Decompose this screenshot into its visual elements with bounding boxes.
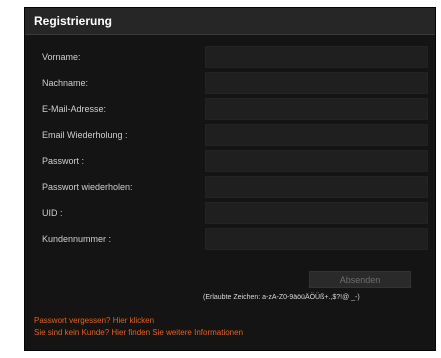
form-row-email-repeat: Email Wiederholung :: [25, 124, 435, 146]
nachname-input[interactable]: [205, 72, 428, 94]
kundennummer-label: Kundennummer :: [42, 234, 112, 244]
allowed-characters-hint: (Erlaubte Zeichen: a-zA-Z0-9äöüÄÖÜß+.,$?…: [203, 294, 360, 301]
form-row-password-repeat: Passwort wiederholen:: [25, 176, 435, 198]
password-repeat-input[interactable]: [205, 176, 428, 198]
password-repeat-label: Passwort wiederholen:: [42, 182, 133, 192]
uid-label: UID :: [42, 208, 63, 218]
registration-panel: Registrierung Vorname: Nachname: E-Mail-…: [24, 7, 436, 351]
email-input[interactable]: [205, 98, 428, 120]
registration-form: Vorname: Nachname: E-Mail-Adresse: Email…: [25, 46, 435, 254]
not-customer-link[interactable]: Sie sind kein Kunde? Hier finden Sie wei…: [34, 328, 243, 337]
form-row-kundennummer: Kundennummer :: [25, 228, 435, 250]
password-label: Passwort :: [42, 156, 85, 166]
uid-input[interactable]: [205, 202, 428, 224]
submit-button[interactable]: Absenden: [309, 271, 411, 288]
kundennummer-input[interactable]: [205, 228, 428, 250]
email-repeat-input[interactable]: [205, 124, 428, 146]
email-repeat-label: Email Wiederholung :: [42, 130, 128, 140]
form-row-email: E-Mail-Adresse:: [25, 98, 435, 120]
vorname-label: Vorname:: [42, 52, 81, 62]
forgot-password-link[interactable]: Passwort vergessen? Hier klicken: [34, 316, 154, 325]
panel-title: Registrierung: [34, 14, 113, 28]
password-input[interactable]: [205, 150, 428, 172]
form-row-uid: UID :: [25, 202, 435, 224]
panel-header: Registrierung: [25, 8, 435, 35]
email-label: E-Mail-Adresse:: [42, 104, 107, 114]
nachname-label: Nachname:: [42, 78, 89, 88]
form-row-nachname: Nachname:: [25, 72, 435, 94]
form-row-password: Passwort :: [25, 150, 435, 172]
form-row-vorname: Vorname:: [25, 46, 435, 68]
vorname-input[interactable]: [205, 46, 428, 68]
